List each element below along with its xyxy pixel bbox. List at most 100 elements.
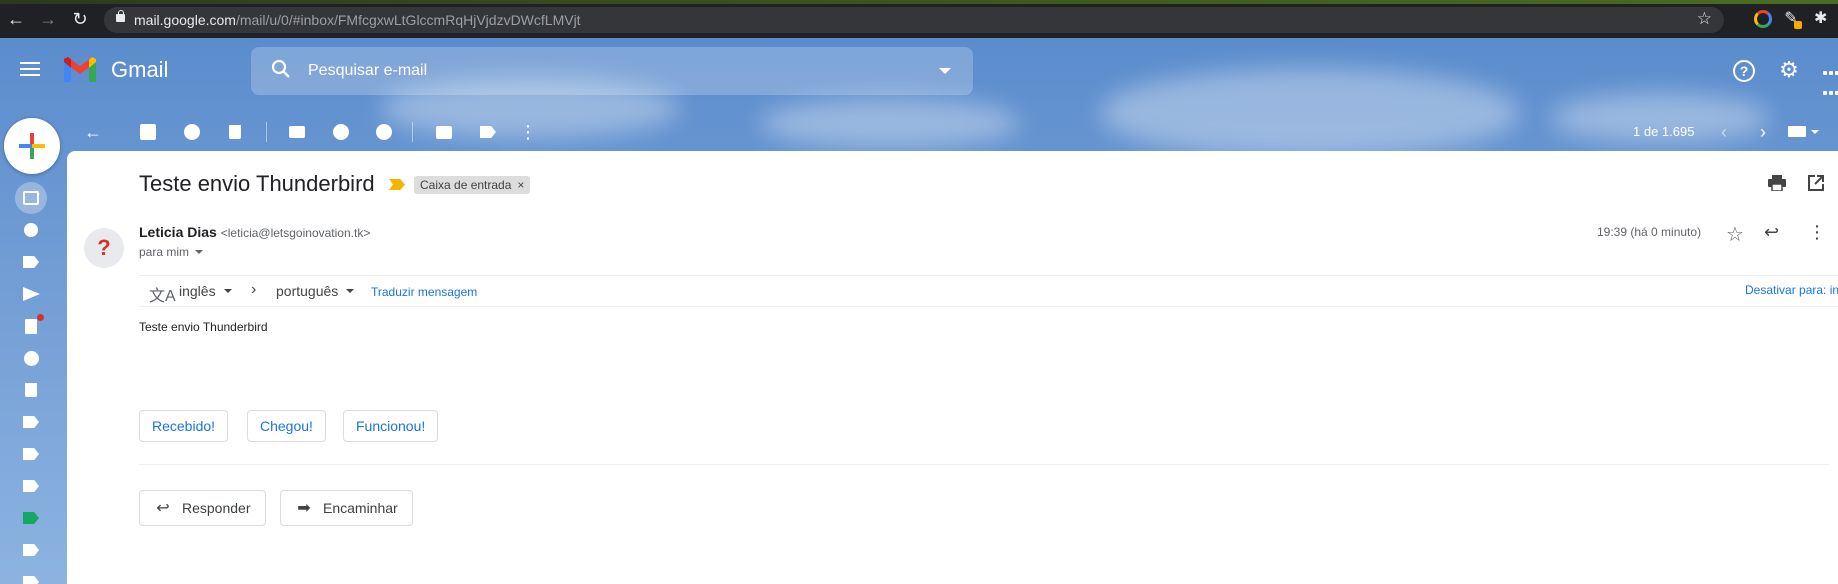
gear-icon[interactable]: ⚙ [1778,59,1800,82]
smart-reply-button[interactable]: Chegou! [247,410,326,442]
pagination-count: 1 de 1.695 [1633,124,1695,139]
extension-pen-icon[interactable]: ✎ [1782,10,1802,29]
label-icon [23,512,39,524]
extension-ring-icon[interactable] [1754,10,1772,28]
sidebar-item-label-5[interactable] [16,538,46,562]
sidebar-item-label-3[interactable] [16,474,46,498]
bookmark-star-icon[interactable]: ☆ [1697,9,1712,29]
search-bar[interactable]: Pesquisar e-mail [251,47,973,95]
reply-label: Responder [182,500,251,516]
translate-icon: 文A [149,288,176,305]
forward-label: Encaminhar [323,500,398,516]
sidebar-item-trash[interactable] [16,378,46,402]
clock-icon [24,223,38,237]
label-icon [23,448,39,460]
message-panel: Teste envio Thunderbird Caixa de entrada… [67,151,1838,584]
more-vertical-icon[interactable]: ⋮ [1808,222,1826,243]
help-icon[interactable]: ? [1733,60,1755,82]
app-name[interactable]: Gmail [111,57,168,83]
forward-icon: ➡ [297,500,311,517]
search-icon[interactable] [271,59,291,79]
url-text: mail.google.com/mail/u/0/#inbox/FMfcgxwL… [134,12,581,28]
message-body: Teste envio Thunderbird [139,320,268,334]
target-language-select[interactable]: português [276,283,355,299]
sidebar-item-label-2[interactable] [16,442,46,466]
label-chip-text: Caixa de entrada [420,178,512,192]
sidebar-item-important[interactable] [16,250,46,274]
important-marker-icon[interactable] [389,179,405,190]
open-in-new-window-icon[interactable] [1808,175,1824,191]
recipient-details-toggle[interactable]: para mim [139,245,204,259]
move-to-icon[interactable] [434,122,454,142]
divider [139,464,1829,465]
recipient-text: para mim [139,245,190,259]
reload-icon[interactable]: ↻ [70,9,90,29]
compose-button[interactable] [4,118,60,174]
sidebar-item-snoozed[interactable] [16,218,46,242]
smart-reply-button[interactable]: Recebido! [139,410,229,442]
remove-label-icon[interactable]: × [517,176,524,194]
avatar: ? [84,228,124,268]
translate-bar: 文A inglês › português Traduzir mensagem … [139,275,1838,307]
target-language-label: português [276,283,339,299]
disable-translation-link[interactable]: Desativar para: inglês [1745,283,1838,297]
reply-button[interactable]: ↩ Responder [139,490,266,526]
sidebar-item-label-1[interactable] [16,410,46,434]
archive-icon[interactable] [138,122,158,142]
source-language-label: inglês [179,283,216,299]
input-tools-icon[interactable] [1788,126,1806,137]
message-toolbar: ← ⋮ 1 de 1.695 ‹ › [67,112,1838,152]
chevron-down-icon[interactable] [195,250,204,254]
label-icon [23,576,39,584]
delete-icon[interactable] [225,122,245,142]
sidebar-item-sent[interactable] [16,282,46,306]
extensions-puzzle-icon[interactable]: ✱ [1814,10,1832,28]
sidebar-item-inbox[interactable] [15,182,47,214]
apps-grid-icon[interactable] [1822,60,1838,95]
trash-icon [25,383,37,397]
reply-icon[interactable]: ↩ [1764,222,1779,243]
back-to-inbox-icon[interactable]: ← [83,122,103,142]
reply-icon: ↩ [156,500,170,517]
label-icon [23,416,39,428]
inbox-icon [23,191,39,205]
sidebar-item-label-4[interactable] [16,506,46,530]
sidebar-item-drafts[interactable] [16,313,46,338]
report-spam-icon[interactable] [182,122,202,142]
main-menu-icon[interactable] [20,62,40,76]
label-icon [23,480,39,492]
address-bar[interactable]: mail.google.com/mail/u/0/#inbox/FMfcgxwL… [104,7,1724,33]
smart-reply-button[interactable]: Funcionou! [343,410,439,442]
draft-icon [25,313,44,334]
browser-chrome: ← → ↻ mail.google.com/mail/u/0/#inbox/FM… [0,0,1838,38]
older-chevron-icon[interactable]: › [1753,122,1773,142]
forward-arrow-icon[interactable]: → [38,9,58,29]
search-input[interactable]: Pesquisar e-mail [308,62,427,80]
message-subject: Teste envio Thunderbird [139,171,375,196]
chevron-down-icon [346,289,355,293]
back-arrow-icon[interactable]: ← [6,9,26,29]
inbox-label-chip[interactable]: Caixa de entrada × [414,176,531,194]
snooze-icon[interactable] [331,122,351,142]
star-icon[interactable]: ☆ [1726,222,1744,247]
lock-icon [116,10,125,22]
spam-icon [23,350,39,366]
source-language-select[interactable]: inglês [179,283,232,299]
search-options-chevron-icon[interactable] [939,68,951,74]
input-tools-chevron-icon[interactable] [1811,130,1819,134]
translate-message-link[interactable]: Traduzir mensagem [371,285,477,299]
label-icon [23,544,39,556]
add-to-tasks-icon[interactable] [374,122,394,142]
more-options-icon[interactable]: ⋮ [518,122,538,142]
forward-button[interactable]: ➡ Encaminhar [280,490,413,526]
sidebar-item-label-6[interactable] [16,570,46,584]
mark-unread-icon[interactable] [287,122,307,142]
print-icon[interactable] [1768,175,1786,191]
sidebar-item-spam[interactable] [16,346,46,370]
sender-name[interactable]: Leticia Dias [139,224,217,240]
newer-chevron-icon[interactable]: ‹ [1714,122,1734,142]
message-timestamp: 19:39 (há 0 minuto) [1597,225,1702,239]
sender-email: <leticia@letsgoinovation.tk> [220,226,371,240]
gmail-logo-icon [64,57,96,82]
labels-icon[interactable] [478,122,498,142]
